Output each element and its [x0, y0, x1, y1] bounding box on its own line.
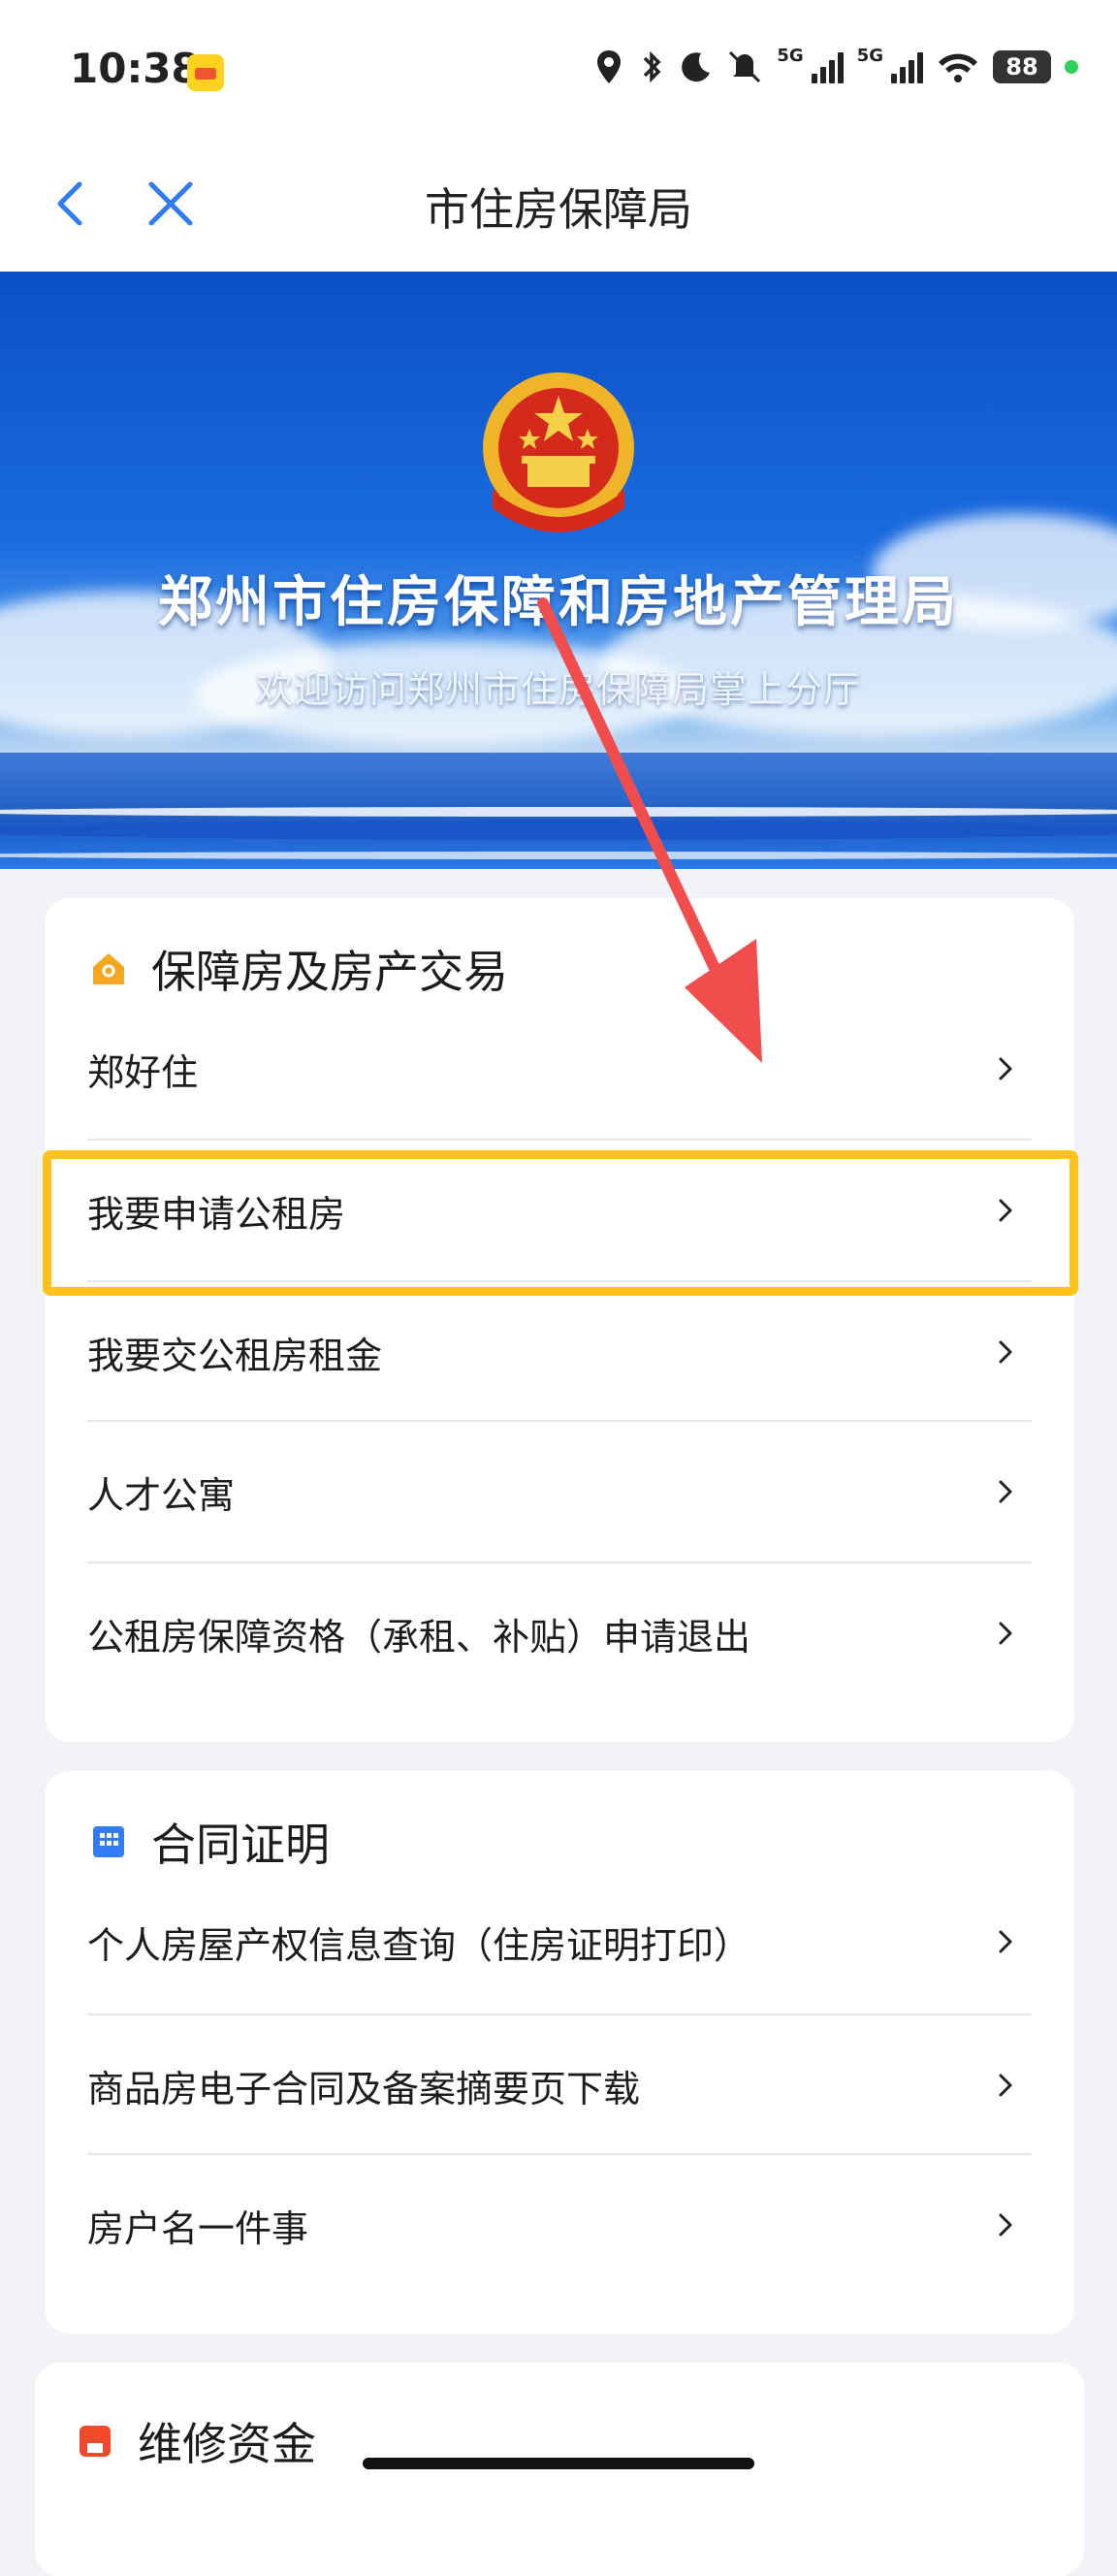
section-card-maintenance: 维修资金: [35, 2363, 1084, 2576]
list-item-label: 房户名一件事: [87, 2206, 309, 2250]
section-header: 保障房及房产交易: [89, 937, 508, 1001]
national-emblem-icon: [483, 372, 634, 532]
wifi-icon: [939, 53, 977, 82]
chevron-right-icon: [999, 2213, 1012, 2237]
list-item-zhenghaozhu[interactable]: 郑好住: [87, 999, 1032, 1139]
status-icons: 5G 5G 88: [594, 45, 1078, 85]
mute-icon: [729, 50, 761, 83]
moon-icon: [682, 52, 711, 82]
section-card-contracts: 合同证明 个人房屋产权信息查询（住房证明打印） 商品房电子合同及备案摘要页下载 …: [45, 1771, 1074, 2334]
list-item-pay-rent[interactable]: 我要交公租房租金: [87, 1282, 1032, 1422]
list-item-exit-qualification[interactable]: 公租房保障资格（承租、补贴）申请退出: [87, 1563, 1032, 1703]
location-icon: [597, 50, 622, 83]
app-notification-icon: [187, 54, 224, 91]
list-item-label: 公租房保障资格（承租、补贴）申请退出: [87, 1615, 751, 1658]
battery-icon: 88: [993, 50, 1051, 83]
signal-icon: [811, 50, 844, 83]
chevron-right-icon: [999, 1480, 1012, 1503]
section-title: 保障房及房产交易: [151, 946, 508, 998]
highlight-box: [43, 1150, 1078, 1296]
chevron-right-icon: [999, 2074, 1012, 2097]
privacy-indicator: [1065, 60, 1078, 74]
section-header: 合同证明: [89, 1810, 330, 1874]
banner-title: 郑州市住房保障和房地产管理局: [158, 571, 959, 634]
section-header: 维修资金: [76, 2409, 316, 2473]
page-title: 市住房保障局: [425, 183, 692, 236]
list-item-label: 我要交公租房租金: [87, 1334, 383, 1377]
network-type-2: 5G: [856, 45, 883, 66]
list-item-label: 人才公寓: [87, 1473, 236, 1517]
chevron-right-icon: [999, 1622, 1012, 1645]
banner-subtitle: 欢迎访问郑州市住房保障局掌上分厅: [255, 668, 861, 711]
building-icon: [93, 1826, 124, 1857]
section-card-housing: 保障房及房产交易 郑好住 我要申请公租房 我要交公租房租金 人才公寓 公租房保障…: [45, 898, 1074, 1742]
list-item-property-info[interactable]: 个人房屋产权信息查询（住房证明打印）: [87, 1872, 1032, 2012]
list-item-contract-download[interactable]: 商品房电子合同及备案摘要页下载: [87, 2015, 1032, 2155]
home-indicator[interactable]: [363, 2458, 754, 2469]
list-item-label: 郑好住: [87, 1050, 199, 1094]
list-item-household-name[interactable]: 房户名一件事: [87, 2155, 1032, 2295]
network-type: 5G: [777, 45, 804, 66]
chevron-right-icon: [999, 1930, 1012, 1953]
signal-icon-2: [891, 50, 923, 83]
hero-banner: 郑州市住房保障和房地产管理局 欢迎访问郑州市住房保障局掌上分厅: [0, 272, 1117, 869]
nav-bar: 市住房保障局: [0, 145, 1117, 272]
status-time: 10:38: [70, 45, 200, 92]
list-item-label: 商品房电子合同及备案摘要页下载: [87, 2067, 641, 2110]
section-title: 维修资金: [138, 2418, 316, 2470]
status-bar: 10:38 5G 5G 88: [0, 0, 1117, 145]
repair-icon: [80, 2426, 111, 2457]
bluetooth-icon: [644, 50, 661, 83]
section-title: 合同证明: [151, 1819, 330, 1871]
list-item-talent-apartment[interactable]: 人才公寓: [87, 1422, 1032, 1562]
list-item-label: 个人房屋产权信息查询（住房证明打印）: [87, 1923, 751, 1967]
chevron-right-icon: [999, 1057, 1012, 1080]
house-icon: [93, 953, 124, 984]
chevron-right-icon: [999, 1340, 1012, 1364]
